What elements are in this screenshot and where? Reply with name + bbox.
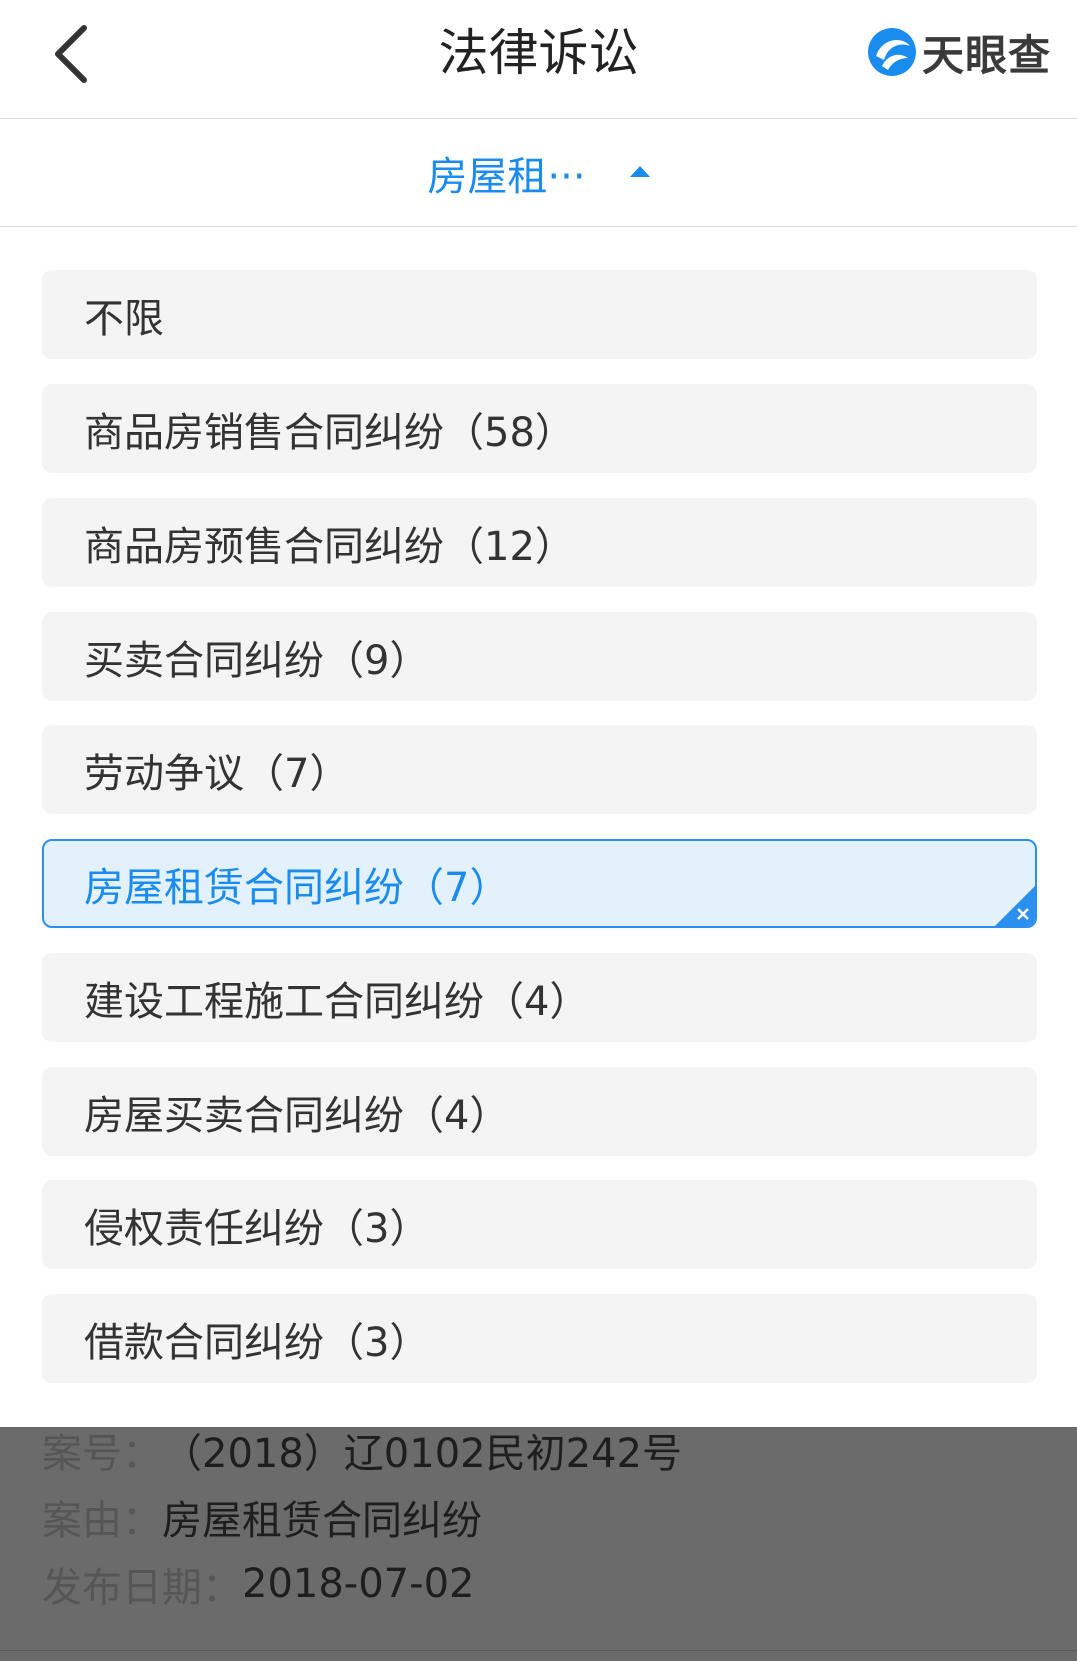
filter-option-selected[interactable]: 房屋租赁合同纠纷（7）: [42, 839, 1037, 928]
app-root: 法律诉讼 天眼查 房屋租··· 不限 商品房销售合同纠纷（58） 商品房预售合同…: [0, 0, 1077, 1661]
case-number-label: 案号：: [42, 1431, 162, 1477]
filter-option[interactable]: 侵权责任纠纷（3）: [42, 1180, 1037, 1269]
top-nav-bar: 法律诉讼 天眼查: [0, 0, 1077, 119]
option-label: 房屋买卖合同纠纷（4）: [84, 1092, 510, 1139]
option-label: 商品房预售合同纠纷（12）: [84, 523, 575, 570]
divider: [0, 1650, 1077, 1651]
option-label: 商品房销售合同纠纷（58）: [84, 409, 575, 456]
option-label: 借款合同纠纷（3）: [84, 1319, 430, 1366]
filter-option[interactable]: 劳动争议（7）: [42, 725, 1037, 814]
option-label: 劳动争议（7）: [84, 750, 350, 797]
tianyancha-logo-icon: [867, 28, 916, 76]
selected-check-icon: [995, 886, 1035, 926]
filter-option[interactable]: 商品房预售合同纠纷（12）: [42, 498, 1037, 587]
filter-option[interactable]: 建设工程施工合同纠纷（4）: [42, 953, 1037, 1042]
dimmed-case-card[interactable]: 案号： （2018）辽0102民初242号 案由： 房屋租赁合同纠纷 发布日期：…: [0, 1427, 1077, 1661]
case-type-filter-dropdown[interactable]: 房屋租···: [0, 119, 1077, 227]
publish-date-value: 2018-07-02: [242, 1561, 475, 1607]
option-label: 不限: [84, 295, 164, 342]
filter-option[interactable]: 商品房销售合同纠纷（58）: [42, 384, 1037, 473]
case-cause-label: 案由：: [42, 1498, 162, 1544]
filter-selected-label: 房屋租···: [427, 153, 586, 200]
option-label: 侵权责任纠纷（3）: [84, 1205, 430, 1252]
filter-options-panel: 不限 商品房销售合同纠纷（58） 商品房预售合同纠纷（12） 买卖合同纠纷（9）…: [0, 227, 1077, 1427]
case-cause-value: 房屋租赁合同纠纷: [162, 1498, 482, 1544]
publish-date-row: 发布日期： 2018-07-02: [42, 1556, 474, 1612]
filter-option-unlimited[interactable]: 不限: [42, 270, 1037, 359]
case-number-value: （2018）辽0102民初242号: [162, 1431, 682, 1477]
filter-option[interactable]: 买卖合同纠纷（9）: [42, 612, 1037, 701]
filter-option[interactable]: 借款合同纠纷（3）: [42, 1294, 1037, 1383]
case-cause-row: 案由： 房屋租赁合同纠纷: [42, 1489, 482, 1545]
option-label: 房屋租赁合同纠纷（7）: [84, 864, 510, 911]
brand-name: 天眼查: [921, 30, 1051, 80]
filter-option[interactable]: 房屋买卖合同纠纷（4）: [42, 1067, 1037, 1156]
case-number-row: 案号： （2018）辽0102民初242号: [42, 1427, 682, 1478]
caret-up-icon: [629, 166, 650, 177]
option-label: 买卖合同纠纷（9）: [84, 637, 430, 684]
option-label: 建设工程施工合同纠纷（4）: [84, 978, 590, 1025]
brand-logo: 天眼查: [866, 22, 1051, 82]
publish-date-label: 发布日期：: [42, 1565, 242, 1611]
